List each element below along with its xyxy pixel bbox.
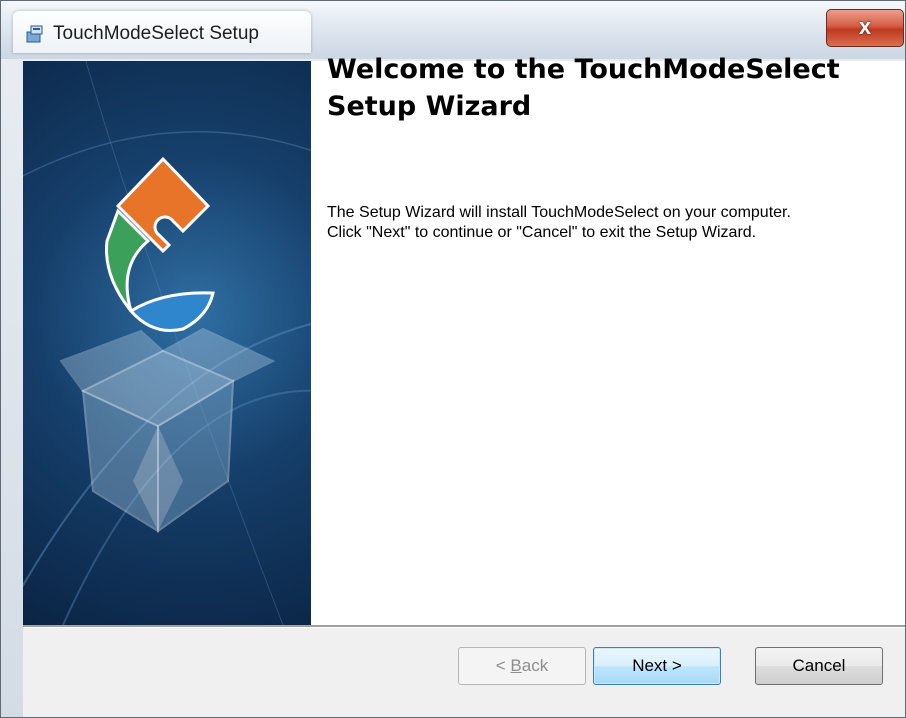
window-title: TouchModeSelect Setup [53, 23, 259, 44]
installer-box-icon [26, 25, 43, 43]
back-label-prefix: < [495, 656, 511, 675]
welcome-description: The Setup Wizard will install TouchModeS… [327, 204, 791, 241]
close-button[interactable]: x [826, 9, 904, 47]
next-button[interactable]: Next > [593, 647, 721, 685]
puzzle-pieces-icon [105, 156, 215, 332]
box-icon [59, 327, 276, 533]
back-button[interactable]: < Back [458, 647, 586, 685]
setup-window: TouchModeSelect Setup x Welcome to the T… [0, 0, 906, 718]
back-label-mnemonic: B [510, 656, 522, 675]
banner-artwork [23, 61, 311, 625]
back-label-suffix: ack [521, 656, 549, 675]
close-icon: x [858, 14, 872, 39]
wizard-banner [23, 61, 311, 625]
welcome-heading: Welcome to the TouchModeSelect Setup Wiz… [327, 54, 840, 122]
wizard-content [23, 61, 905, 625]
cancel-button[interactable]: Cancel [755, 647, 883, 685]
